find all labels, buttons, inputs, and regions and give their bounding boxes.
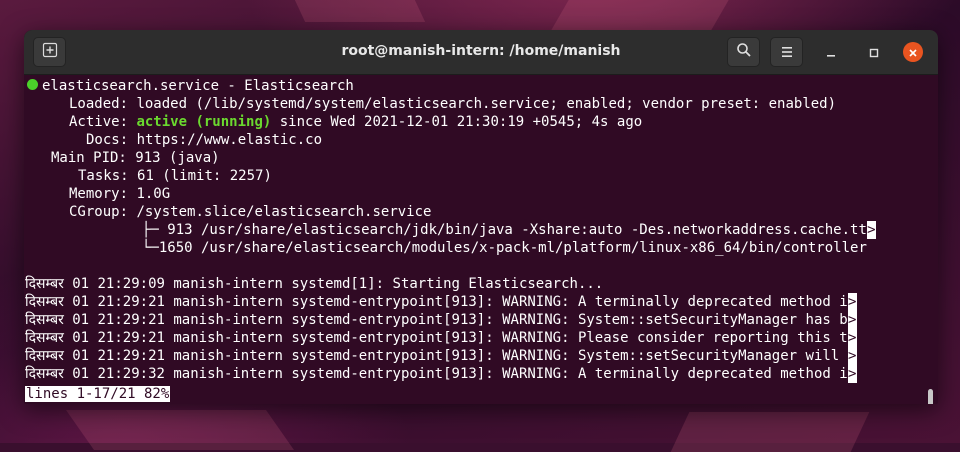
truncation-marker: > [847, 311, 857, 329]
memory-label: Memory: [69, 186, 129, 202]
title-bar[interactable]: root@manish-intern: /home/manish [24, 30, 938, 75]
close-button[interactable] [903, 42, 923, 62]
log-line: दिसम्बर 01 21:29:21 manish-intern system… [25, 311, 857, 329]
cgroup-process-java-text: ├─ 913 /usr/share/elasticsearch/jdk/bin/… [142, 222, 867, 238]
tasks-line: Tasks: 61 (limit: 2257) [78, 167, 272, 185]
truncation-marker: > [847, 365, 857, 383]
truncation-marker: > [847, 293, 857, 311]
main-pid-label: Main PID: [51, 150, 127, 166]
active-state: active (running) [136, 114, 272, 130]
log-line: दिसम्बर 01 21:29:09 manish-intern system… [25, 276, 604, 292]
log-line: दिसम्बर 01 21:29:21 manish-intern system… [25, 347, 857, 365]
cgroup-label: CGroup: [69, 204, 129, 220]
main-pid-line: Main PID: 913 (java) [51, 149, 220, 167]
log-line-text: दिसम्बर 01 21:29:21 manish-intern system… [25, 312, 848, 328]
loaded-label: Loaded: [69, 96, 129, 112]
log-line-text: दिसम्बर 01 21:29:32 manish-intern system… [25, 366, 848, 382]
truncation-marker: > [866, 221, 876, 239]
log-line-text: दिसम्बर 01 21:29:21 manish-intern system… [25, 330, 848, 346]
pager-status: lines 1-17/21 82% [25, 386, 171, 402]
loaded-line: Loaded: loaded (/lib/systemd/system/elas… [69, 95, 836, 113]
service-active-dot [27, 79, 38, 90]
docs-url[interactable]: https://www.elastic.co [137, 132, 322, 148]
truncation-marker: > [847, 347, 857, 365]
active-since: since Wed 2021-12-01 21:30:19 +0545; 4s … [271, 114, 643, 130]
cgroup-process-controller: └─1650 /usr/share/elasticsearch/modules/… [142, 240, 867, 256]
scrollbar-thumb[interactable] [928, 389, 933, 404]
docs-label: Docs: [86, 132, 129, 148]
tasks-value: 61 (limit: 2257) [137, 168, 272, 184]
search-button[interactable] [727, 37, 760, 67]
terminal-window: root@manish-intern: /home/manish elastic… [24, 30, 938, 404]
maximize-button[interactable] [864, 42, 884, 62]
maximize-icon [869, 43, 879, 62]
log-line-text: दिसम्बर 01 21:29:21 manish-intern system… [25, 348, 848, 364]
search-icon [736, 42, 752, 62]
menu-button[interactable] [770, 37, 803, 67]
docs-line: Docs: https://www.elastic.co [86, 131, 322, 149]
minimize-button[interactable] [821, 42, 841, 62]
loaded-value: loaded (/lib/systemd/system/elasticsearc… [136, 96, 837, 112]
log-line: दिसम्बर 01 21:29:21 manish-intern system… [25, 293, 857, 311]
active-label: Active: [69, 114, 129, 130]
terminal-output[interactable]: elasticsearch.service - Elasticsearch Lo… [24, 75, 938, 404]
minimize-icon [826, 43, 836, 62]
main-pid-value: 913 (java) [135, 150, 220, 166]
memory-line: Memory: 1.0G [69, 185, 170, 203]
service-header: elasticsearch.service - Elasticsearch [42, 78, 354, 94]
active-line: Active: active (running) since Wed 2021-… [69, 113, 642, 131]
cgroup-line: CGroup: /system.slice/elasticsearch.serv… [69, 203, 431, 221]
hamburger-menu-icon [780, 43, 794, 62]
truncation-marker: > [847, 329, 857, 347]
close-icon [908, 43, 918, 62]
log-line-text: दिसम्बर 01 21:29:21 manish-intern system… [25, 294, 848, 310]
pager-status-line: lines 1-17/21 82% [25, 385, 171, 403]
log-line: दिसम्बर 01 21:29:32 manish-intern system… [25, 365, 857, 383]
cgroup-value: /system.slice/elasticsearch.service [136, 204, 432, 220]
log-line: दिसम्बर 01 21:29:21 manish-intern system… [25, 329, 857, 347]
tasks-label: Tasks: [78, 168, 129, 184]
cgroup-process-java: ├─ 913 /usr/share/elasticsearch/jdk/bin/… [142, 221, 876, 239]
memory-value: 1.0G [136, 186, 171, 202]
